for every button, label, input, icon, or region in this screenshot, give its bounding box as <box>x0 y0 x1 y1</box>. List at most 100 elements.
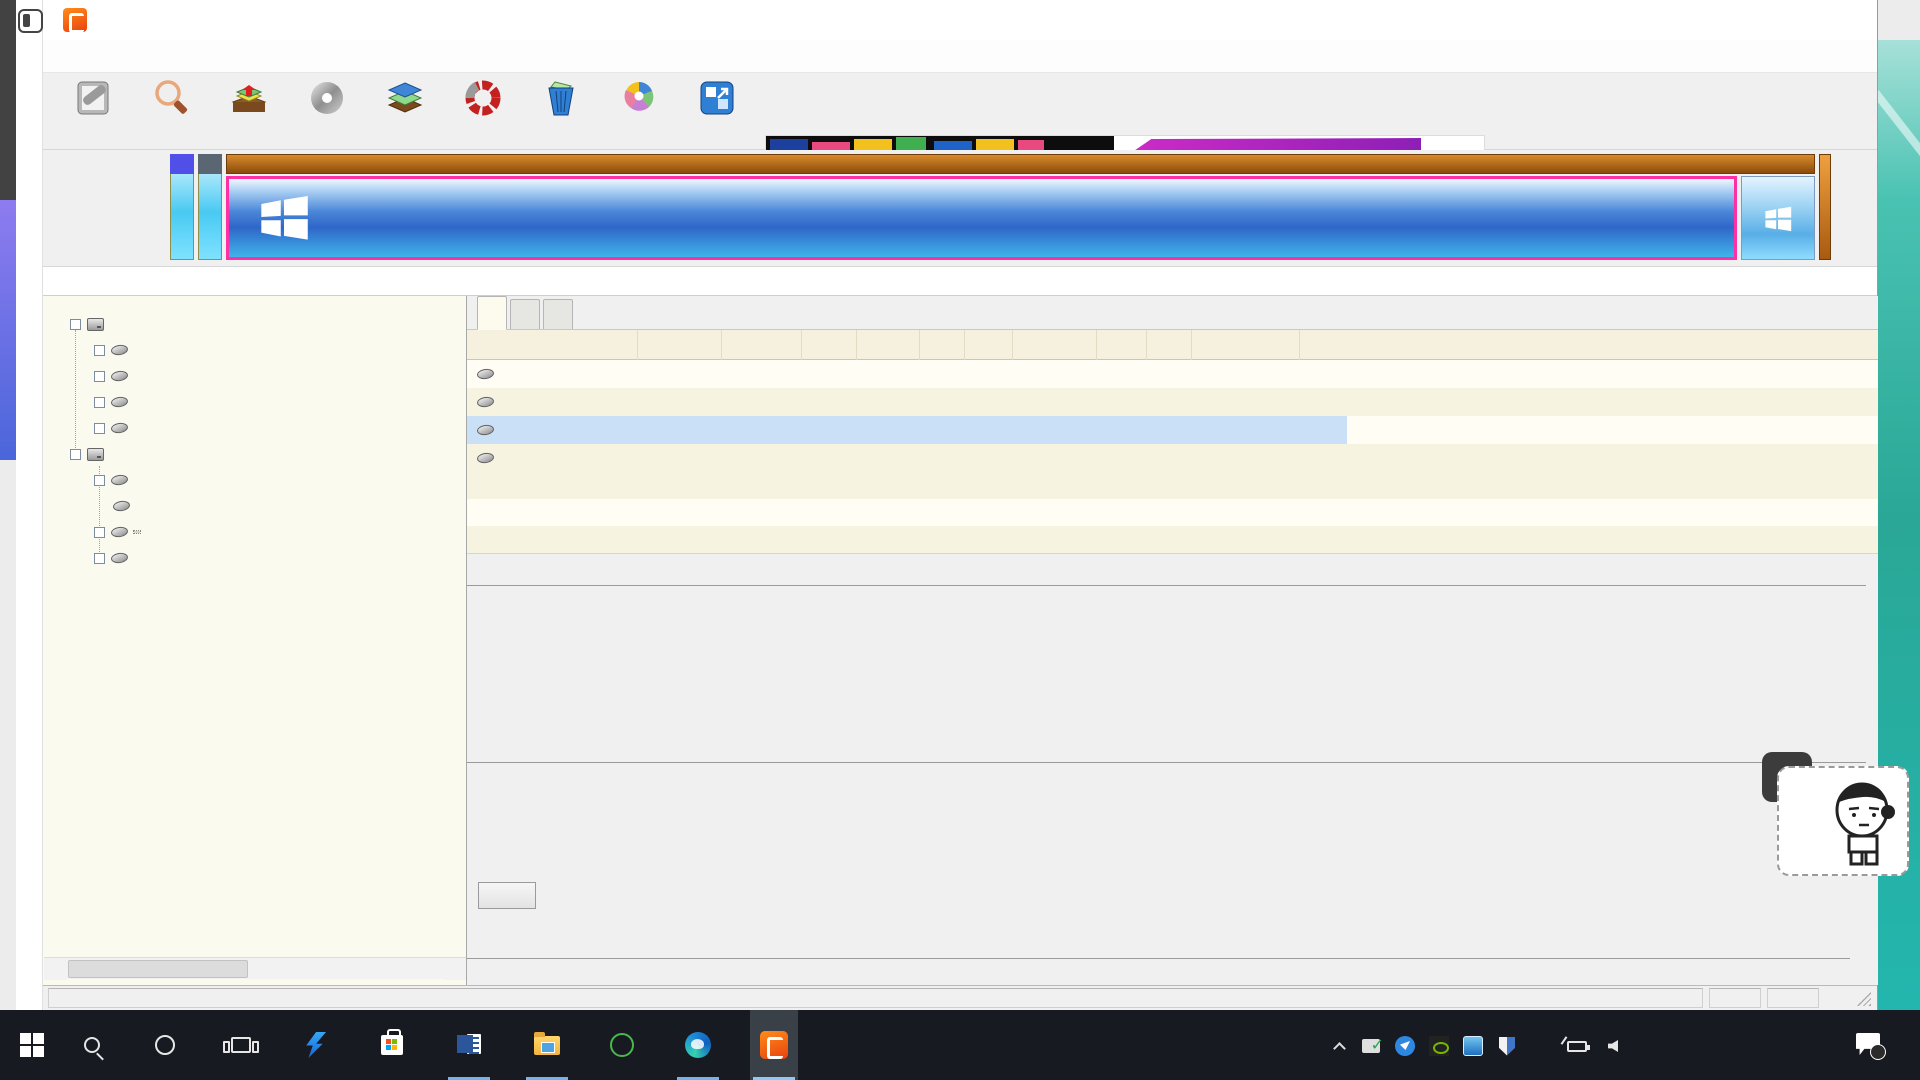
tree-item-local-g[interactable] <box>94 390 134 414</box>
tree-item-local-d[interactable] <box>94 338 134 362</box>
cortana-button[interactable] <box>141 1010 189 1080</box>
start-button[interactable] <box>8 1010 56 1080</box>
save-changes-button[interactable] <box>54 75 132 149</box>
tray-power-plug-icon[interactable] <box>1566 1035 1588 1057</box>
table-row-windows-re[interactable] <box>467 444 1878 472</box>
task-view-button[interactable] <box>217 1010 265 1080</box>
empty-row <box>467 499 1878 526</box>
analyze-button[interactable] <box>478 882 536 909</box>
desktop-edge-left-bottom <box>0 460 16 1010</box>
expand-icon[interactable] <box>94 553 105 564</box>
divider <box>467 958 1850 959</box>
tree-item-esp[interactable] <box>94 468 134 492</box>
esp-partition-bar[interactable] <box>170 154 194 260</box>
format-button[interactable] <box>444 75 522 149</box>
scrollbar-thumb[interactable] <box>68 960 248 978</box>
resize-grip[interactable] <box>1857 992 1871 1006</box>
tree-item-hd0[interactable] <box>70 312 110 336</box>
title-bar <box>43 0 1877 40</box>
windows-c-partition-bar[interactable] <box>226 176 1737 260</box>
back-arrow-icon[interactable] <box>22 62 44 86</box>
tray-intel-graphics-icon[interactable] <box>1462 1035 1484 1057</box>
tree-horizontal-scrollbar[interactable] <box>44 957 466 979</box>
microsoft-store-icon <box>381 1035 403 1055</box>
diskgenius-app-icon <box>63 8 87 32</box>
taskbar-search-button[interactable] <box>68 1010 116 1080</box>
menu-tools[interactable] <box>135 40 161 72</box>
tray-volume-icon[interactable] <box>1602 1035 1624 1057</box>
tray-sogou-icon[interactable] <box>1672 1035 1694 1057</box>
status-ready <box>48 988 1703 1008</box>
search-partition-button[interactable] <box>132 75 210 149</box>
recover-files-button[interactable] <box>210 75 288 149</box>
word-icon <box>457 1033 481 1057</box>
taskbar-app-word[interactable] <box>445 1010 493 1080</box>
taskbar-app-explorer[interactable] <box>523 1010 571 1080</box>
new-partition-button[interactable] <box>366 75 444 149</box>
quick-partition-button[interactable] <box>288 75 366 149</box>
status-bar <box>43 985 1877 1010</box>
expand-icon[interactable] <box>94 527 105 538</box>
tree-item-windows-re[interactable] <box>94 546 134 570</box>
partition-icon <box>476 368 494 380</box>
table-row-windows-c-selected[interactable] <box>467 416 1878 444</box>
maximize-button[interactable] <box>1732 0 1788 40</box>
tray-dingtalk-icon[interactable] <box>1394 1035 1416 1057</box>
taskbar-app-diskgenius-active[interactable] <box>750 1010 798 1080</box>
sogou-ime-widget[interactable] <box>1777 766 1909 876</box>
taskbar-app-store[interactable] <box>368 1010 416 1080</box>
collapse-icon[interactable] <box>70 319 81 330</box>
expand-icon[interactable] <box>94 423 105 434</box>
table-row-esp[interactable] <box>467 360 1878 388</box>
tray-antivirus-icon[interactable] <box>1360 1035 1382 1057</box>
close-button[interactable] <box>1802 0 1858 40</box>
windows-logo-icon <box>257 193 311 241</box>
menu-help[interactable] <box>187 40 213 72</box>
task-view-icon <box>231 1037 251 1053</box>
scroll-right-icon[interactable] <box>444 958 466 980</box>
expand-icon[interactable] <box>94 397 105 408</box>
tree-item-msr[interactable] <box>113 494 136 518</box>
menu-view[interactable] <box>161 40 187 72</box>
disk-tree-panel <box>43 296 467 985</box>
desktop-wallpaper-left <box>0 200 16 460</box>
browser-e-icon <box>610 1033 634 1057</box>
tray-chevron-up-icon[interactable] <box>1328 1035 1350 1057</box>
caps-lock-indicator <box>1709 988 1761 1008</box>
tab-partition-params[interactable] <box>477 296 507 330</box>
minimize-button[interactable] <box>1662 0 1718 40</box>
toolbar <box>43 72 1877 150</box>
pie-icon <box>619 78 659 118</box>
delete-partition-button[interactable] <box>522 75 600 149</box>
windows-re-partition-bar[interactable] <box>1741 176 1815 260</box>
taskbar-app-flash[interactable] <box>291 1010 339 1080</box>
backup-partition-button[interactable] <box>600 75 678 149</box>
tray-ime-chinese-indicator[interactable] <box>1638 1035 1660 1057</box>
expand-icon[interactable] <box>94 475 105 486</box>
menu-disk[interactable] <box>83 40 109 72</box>
msr-partition-bar[interactable] <box>198 154 222 260</box>
table-row-msr[interactable] <box>467 388 1878 416</box>
tree-item-windows-c[interactable] <box>94 520 140 544</box>
background-close-icon[interactable] <box>1884 8 1914 34</box>
taskbar-app-edge[interactable] <box>674 1010 722 1080</box>
tray-snowflake-icon[interactable] <box>1530 1035 1552 1057</box>
menu-partition[interactable] <box>109 40 135 72</box>
expand-icon[interactable] <box>94 345 105 356</box>
menu-file[interactable] <box>57 40 83 72</box>
tree-item-recovery-e[interactable] <box>94 416 134 440</box>
system-migrate-button[interactable] <box>678 75 756 149</box>
tray-nvidia-icon[interactable] <box>1428 1035 1450 1057</box>
tab-sector-edit[interactable] <box>543 299 573 329</box>
tree-item-hd1[interactable] <box>70 442 110 466</box>
taskbar-app-ie[interactable] <box>598 1010 646 1080</box>
collapse-icon[interactable] <box>70 449 81 460</box>
tray-security-shield-icon[interactable] <box>1496 1035 1518 1057</box>
layers-icon <box>385 78 425 118</box>
tree-item-local-f[interactable] <box>94 364 134 388</box>
scroll-left-icon[interactable] <box>44 958 66 980</box>
tab-browse-files[interactable] <box>510 299 540 329</box>
partition-icon <box>110 422 128 434</box>
cartoon-character-icon <box>1827 776 1901 868</box>
expand-icon[interactable] <box>94 371 105 382</box>
